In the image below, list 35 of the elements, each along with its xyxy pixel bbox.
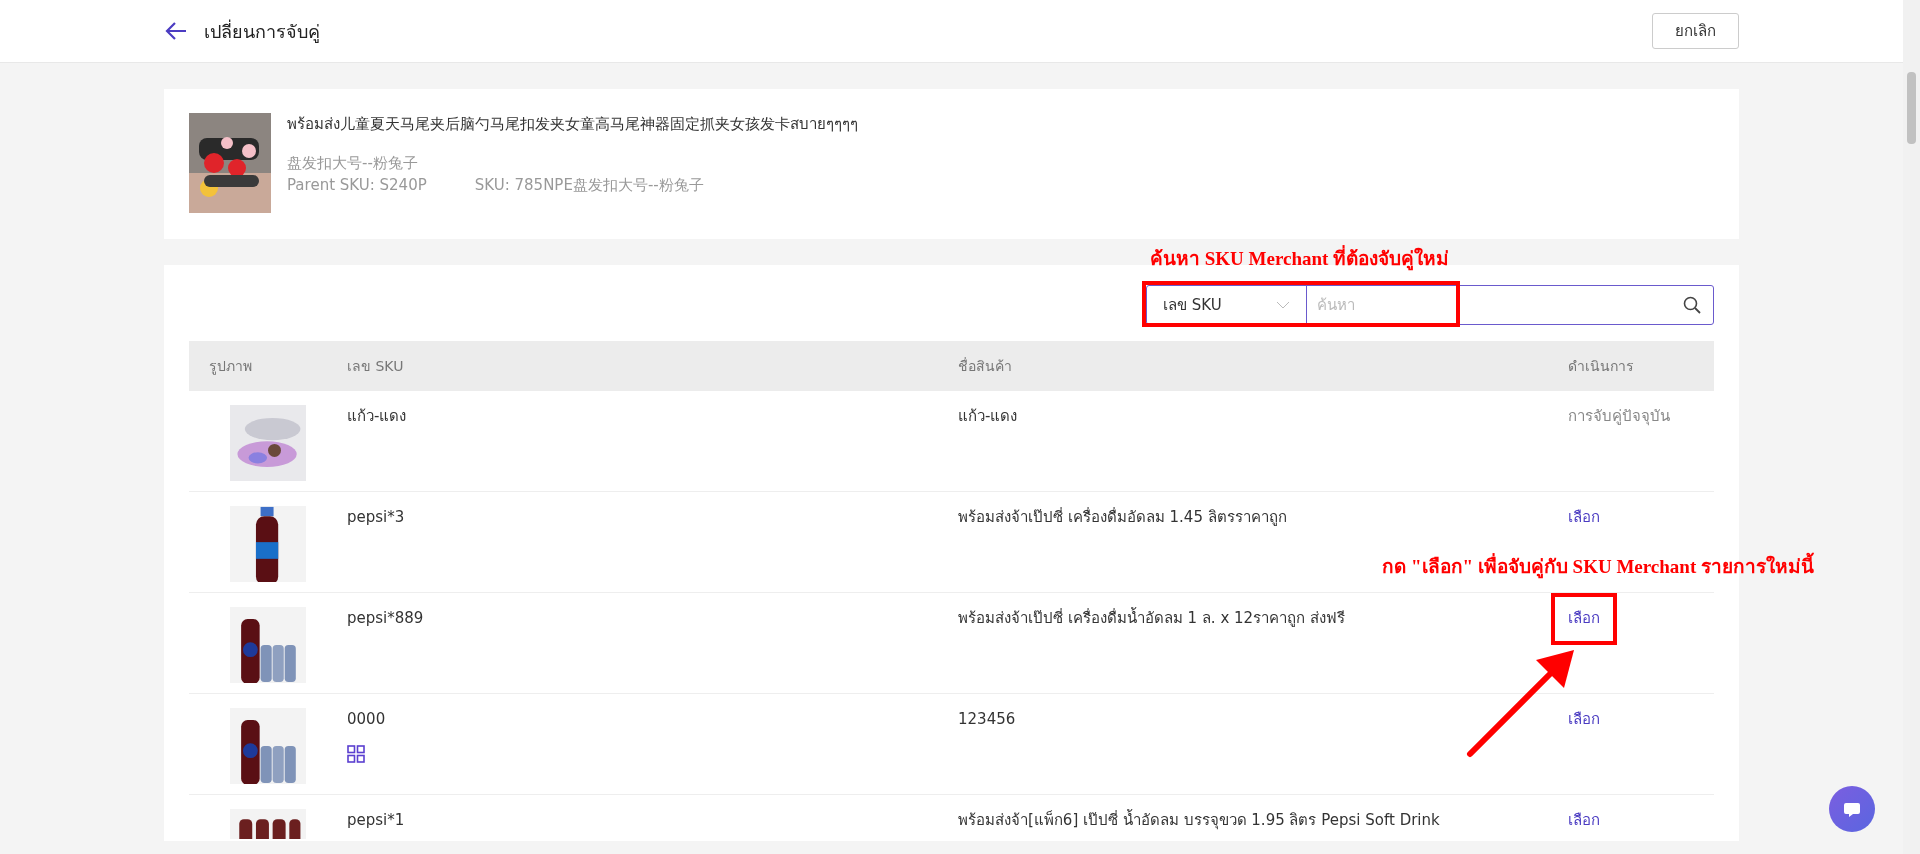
table-cell: พร้อมส่งจ้าเป๊ปซี่ เครื่องดื่มอัดลม 1.45 ลิตรราคาถูก <box>958 508 1287 526</box>
search-icon[interactable] <box>1683 296 1701 314</box>
table-cell: แก้ว-แดง <box>958 407 1018 425</box>
select-link[interactable]: เลือก <box>1568 609 1600 627</box>
table-cell: พร้อมส่งจ้า[แพ็ก6] เป๊ปซี่ น้ำอัดลม บรรจุขวด 1.95 ลิตร Pepsi Soft Drink <box>958 811 1440 829</box>
back-arrow-icon[interactable] <box>164 21 188 41</box>
chevron-down-icon <box>1276 301 1290 309</box>
select-link[interactable]: เลือก <box>1568 508 1600 526</box>
highlight-box <box>1551 593 1617 645</box>
parent-sku: Parent SKU: S240P <box>287 175 427 196</box>
variant-name: 盘发扣大号--粉兔子 <box>287 152 419 174</box>
table-cell-text: แก้ว-แดง <box>347 406 407 427</box>
cancel-button[interactable]: ยกเลิก <box>1652 12 1739 50</box>
search-bar[interactable]: เลข SKU ค้นหา <box>1146 285 1714 325</box>
column-header: ชื่อสินค้า <box>958 357 1012 374</box>
table-cell-text: pepsi*889 <box>347 608 424 629</box>
table-cell-text: pepsi*3 <box>347 507 405 528</box>
annotation-text: ค้นหา SKU Merchant ที่ต้องจับคู่ใหม่ <box>1150 245 1450 274</box>
column-header: ดำเนินการ <box>1568 357 1634 374</box>
current-match-label: การจับคู่ปัจจุบัน <box>1568 407 1670 425</box>
table-cell-text: 0000 <box>347 709 386 730</box>
table-cell-text: pepsi*1 <box>347 810 405 831</box>
annotation-text: กด "เลือก" เพื่อจับคู่กับ SKU Merchant รายการใหม่นี้ <box>1382 553 1814 582</box>
chat-button[interactable] <box>1829 786 1875 832</box>
table-cell: พร้อมส่งจ้าเป๊ปซี่ เครื่องดื่มน้ำอัดลม 1 ล. x 12ราคาถูก ส่งฟรี <box>958 609 1345 627</box>
select-link[interactable]: เลือก <box>1568 710 1600 728</box>
page-title: เปลี่ยนการจับคู่ <box>204 18 320 45</box>
product-name: พร้อมส่ง儿童夏天马尾夹后脑勺马尾扣发夹女童高马尾神器固定抓夹女孩发卡สบายๆๆๆๆ <box>287 114 858 135</box>
grid-icon[interactable] <box>347 744 365 763</box>
scrollbar-thumb[interactable] <box>1907 72 1916 144</box>
sku-text: SKU: 785NPE盘发扣大号--粉兔子 <box>474 175 704 196</box>
column-header: เลข SKU <box>347 357 404 374</box>
select-link[interactable]: เลือก <box>1568 811 1600 829</box>
column-header: รูปภาพ <box>209 356 252 377</box>
table-cell: 123456 <box>958 710 1016 728</box>
